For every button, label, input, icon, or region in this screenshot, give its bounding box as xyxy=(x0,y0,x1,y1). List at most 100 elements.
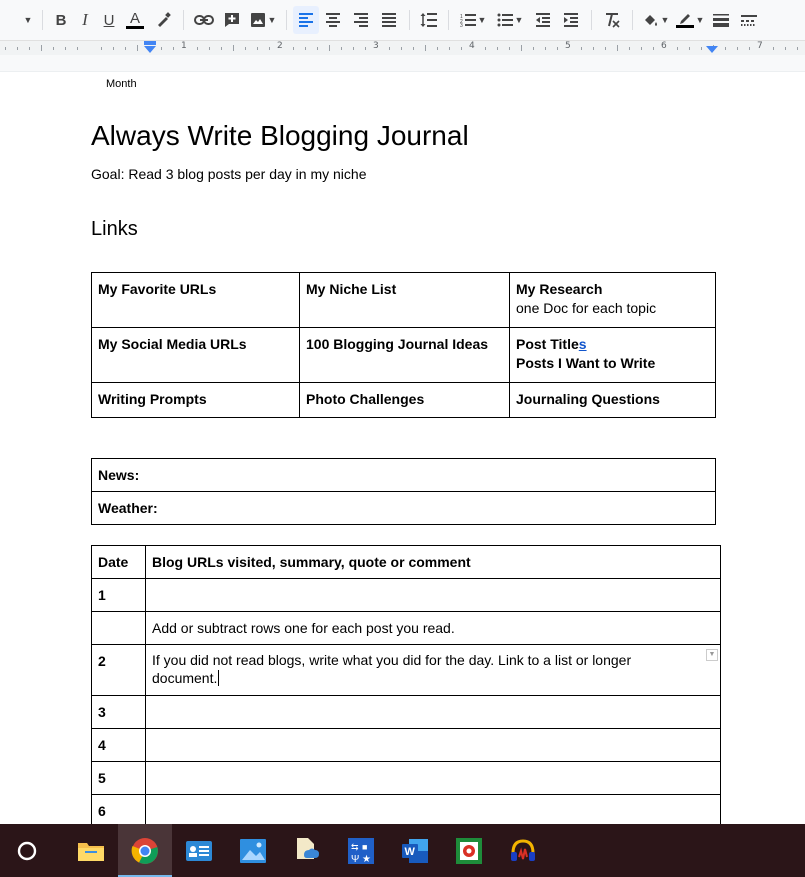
italic-button[interactable]: I xyxy=(73,6,97,34)
table-cell[interactable]: My Niche List xyxy=(299,272,510,328)
table-header-cell[interactable]: Date xyxy=(91,545,146,579)
date-cell[interactable] xyxy=(91,611,146,645)
entry-cell[interactable] xyxy=(145,761,721,795)
toolbar-divider xyxy=(183,10,184,30)
posts-to-write-link[interactable]: Posts I Want to Write xyxy=(516,355,709,371)
line-spacing-button[interactable] xyxy=(416,6,442,34)
fill-color-button[interactable]: ▼ xyxy=(639,6,673,34)
entry-cell[interactable] xyxy=(145,794,721,828)
ruler-tick xyxy=(413,47,414,50)
align-right-button[interactable] xyxy=(347,6,375,34)
start-button[interactable] xyxy=(0,824,54,877)
table-cell[interactable]: My Social Media URLs xyxy=(91,327,300,383)
add-comment-button[interactable] xyxy=(218,6,246,34)
taskbar-green-app[interactable] xyxy=(442,824,496,877)
table-cell[interactable]: My Favorite URLs xyxy=(91,272,300,328)
taskbar-audio-app[interactable] xyxy=(496,824,550,877)
table-header-cell[interactable]: Blog URLs visited, summary, quote or com… xyxy=(145,545,721,579)
favorite-urls-link[interactable]: My Favorite URLs xyxy=(98,281,216,297)
photo-challenges-link[interactable]: Photo Challenges xyxy=(306,391,424,407)
ruler-number: 1 xyxy=(181,41,187,51)
date-value: 2 xyxy=(98,653,106,669)
bold-icon: B xyxy=(55,11,67,29)
ruler-tick xyxy=(389,47,390,50)
table-cell[interactable]: Photo Challenges xyxy=(299,382,510,418)
taskbar-chrome[interactable] xyxy=(118,824,172,877)
audio-app-icon xyxy=(511,838,535,861)
horizontal-ruler[interactable]: 1 2 3 4 5 6 7 xyxy=(0,40,805,56)
numbered-list-button[interactable]: 123 ▼ xyxy=(455,6,491,34)
align-center-button[interactable] xyxy=(319,6,347,34)
niche-list-link[interactable]: My Niche List xyxy=(306,281,396,297)
journaling-questions-link[interactable]: Journaling Questions xyxy=(516,391,660,407)
bulleted-list-button[interactable]: ▼ xyxy=(491,6,529,34)
decrease-indent-button[interactable] xyxy=(529,6,557,34)
justify-button[interactable] xyxy=(375,6,403,34)
entry-cell[interactable] xyxy=(145,578,721,612)
taskbar-contacts[interactable] xyxy=(172,824,226,877)
date-cell[interactable]: 5 xyxy=(91,761,146,795)
taskbar-onedrive-file[interactable] xyxy=(280,824,334,877)
table-cell[interactable]: Journaling Questions xyxy=(509,382,716,418)
social-media-urls-link[interactable]: My Social Media URLs xyxy=(98,336,247,352)
ruler-number: 6 xyxy=(661,41,667,51)
insert-image-button[interactable]: ▼ xyxy=(246,6,280,34)
first-line-indent-marker-icon[interactable] xyxy=(144,46,156,53)
clear-formatting-button[interactable] xyxy=(598,6,626,34)
taskbar-file-explorer[interactable] xyxy=(64,824,118,877)
ruler-tick xyxy=(797,47,798,50)
highlight-button[interactable] xyxy=(149,6,177,34)
more-options-caret-icon[interactable]: ▼ xyxy=(18,6,36,34)
ruler-tick xyxy=(773,47,774,50)
cell-menu-chevron-icon[interactable]: ▼ xyxy=(706,649,718,661)
research-link[interactable]: My Research xyxy=(516,281,709,297)
text-color-icon: A xyxy=(129,9,140,27)
taskbar-store-tools[interactable]: ⇆ ■ Ψ ★ xyxy=(334,824,388,877)
date-cell[interactable]: 1 xyxy=(91,578,146,612)
table-cell[interactable]: Writing Prompts xyxy=(91,382,300,418)
ruler-tick xyxy=(401,47,402,50)
post-titles-link-suffix[interactable]: s xyxy=(579,336,587,352)
date-cell[interactable]: 6 xyxy=(91,794,146,828)
post-titles-link[interactable]: Post Titles xyxy=(516,336,709,352)
table-cell[interactable]: Weather: xyxy=(91,491,716,525)
border-color-button[interactable]: ▼ xyxy=(673,6,707,34)
table-row: Writing Prompts Photo Challenges Journal… xyxy=(91,382,716,418)
document-cloud-icon xyxy=(297,837,319,859)
border-dash-button[interactable] xyxy=(735,6,763,34)
underline-button[interactable]: U xyxy=(97,6,121,34)
insert-link-button[interactable] xyxy=(190,6,218,34)
entry-cell[interactable]: Add or subtract rows one for each post y… xyxy=(145,611,721,645)
table-cell[interactable]: My Research one Doc for each topic xyxy=(509,272,716,328)
date-value: 5 xyxy=(98,770,106,786)
date-cell[interactable]: 2 xyxy=(91,644,146,696)
text-color-button[interactable]: A xyxy=(121,6,149,34)
table-cell[interactable]: 100 Blogging Journal Ideas xyxy=(299,327,510,383)
table-cell[interactable]: News: xyxy=(91,458,716,492)
text-cursor xyxy=(218,670,220,686)
taskbar-photos[interactable] xyxy=(226,824,280,877)
table-cell[interactable]: Post Titles Posts I Want to Write xyxy=(509,327,716,383)
writing-prompts-link[interactable]: Writing Prompts xyxy=(98,391,207,407)
entry-cell[interactable] xyxy=(145,728,721,762)
ruler-tick xyxy=(497,47,498,50)
entry-cell[interactable]: If you did not read blogs, write what yo… xyxy=(145,644,721,696)
blogging-ideas-link[interactable]: 100 Blogging Journal Ideas xyxy=(306,336,488,352)
right-indent-marker-icon[interactable] xyxy=(706,46,718,53)
ruler-tick xyxy=(353,47,354,50)
store-tools-icon: ⇆ ■Ψ ★ xyxy=(348,837,374,865)
bold-button[interactable]: B xyxy=(49,6,73,34)
border-width-button[interactable] xyxy=(707,6,735,34)
document-page[interactable]: Month Always Write Blogging Journal Goal… xyxy=(0,72,805,828)
svg-text:3: 3 xyxy=(460,23,463,27)
date-cell[interactable]: 4 xyxy=(91,728,146,762)
chevron-down-icon: ▼ xyxy=(695,15,705,25)
taskbar-word[interactable]: W xyxy=(388,824,442,877)
left-indent-marker-icon[interactable] xyxy=(144,41,156,45)
page-top-margin xyxy=(0,55,805,72)
increase-indent-button[interactable] xyxy=(557,6,585,34)
table-row: My Social Media URLs 100 Blogging Journa… xyxy=(91,327,716,383)
align-left-button[interactable] xyxy=(293,6,319,34)
entry-cell[interactable] xyxy=(145,695,721,729)
date-cell[interactable]: 3 xyxy=(91,695,146,729)
